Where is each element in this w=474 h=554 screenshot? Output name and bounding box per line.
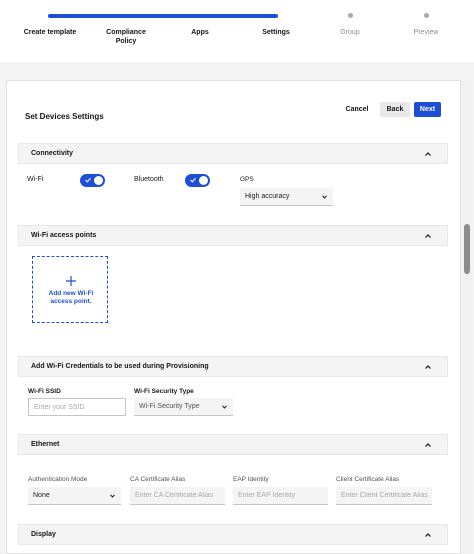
step-label-compliance-policy: Compliance Policy bbox=[106, 29, 146, 45]
progress-stepper: Create template Compliance Policy Apps S… bbox=[0, 0, 474, 62]
authentication-mode-value: None bbox=[33, 492, 50, 499]
checkmark-icon bbox=[85, 177, 91, 183]
step-progress-bar bbox=[48, 14, 278, 18]
step-apps[interactable]: Apps bbox=[180, 0, 220, 62]
wifi-ssid-input[interactable] bbox=[28, 398, 126, 416]
chevron-down-icon bbox=[222, 405, 227, 409]
wifi-toggle[interactable] bbox=[80, 174, 105, 187]
step-dot-preview bbox=[424, 13, 429, 18]
client-certificate-alias-input[interactable] bbox=[336, 487, 432, 505]
client-certificate-alias-label: Client Certificate Alias bbox=[336, 476, 400, 483]
step-group[interactable]: Group bbox=[330, 0, 370, 62]
toggle-knob bbox=[199, 176, 208, 185]
step-compliance-policy[interactable]: Compliance Policy bbox=[96, 0, 156, 62]
wifi-security-type-select[interactable]: Wi-Fi Security Type bbox=[134, 398, 233, 416]
step-label-group: Group bbox=[340, 29, 360, 36]
step-create-template[interactable]: Create template bbox=[18, 0, 82, 62]
section-label-ethernet: Ethernet bbox=[31, 441, 60, 448]
add-wifi-access-point-label: Add new Wi-Fi access point. bbox=[48, 290, 94, 305]
add-wifi-access-point-tile[interactable]: Add new Wi-Fi access point. bbox=[32, 256, 108, 323]
authentication-mode-label: Authentication Mode bbox=[28, 476, 88, 483]
chevron-up-icon[interactable] bbox=[425, 151, 431, 157]
plus-icon bbox=[66, 276, 76, 286]
step-preview[interactable]: Preview bbox=[405, 0, 447, 62]
next-button[interactable]: Next bbox=[414, 102, 441, 117]
ca-certificate-alias-label: CA Certificate Alias bbox=[130, 476, 186, 483]
chevron-up-icon[interactable] bbox=[425, 532, 431, 538]
section-display[interactable]: Display bbox=[18, 524, 448, 545]
step-settings[interactable]: Settings bbox=[254, 0, 298, 62]
gps-label: GPS bbox=[240, 176, 254, 183]
chevron-down-icon bbox=[322, 195, 327, 199]
section-wifi-credentials[interactable]: Add Wi-Fi Credentials to be used during … bbox=[18, 356, 448, 377]
chevron-up-icon[interactable] bbox=[425, 364, 431, 370]
section-label-wifi-credentials: Add Wi-Fi Credentials to be used during … bbox=[31, 363, 209, 370]
scrollbar-thumb[interactable] bbox=[464, 224, 470, 274]
step-label-settings: Settings bbox=[262, 29, 290, 36]
section-label-display: Display bbox=[31, 531, 56, 538]
wifi-security-type-value: Wi-Fi Security Type bbox=[139, 403, 200, 410]
eap-identity-label: EAP Identity bbox=[233, 476, 269, 483]
section-connectivity[interactable]: Connectivity bbox=[18, 143, 448, 164]
section-ethernet[interactable]: Ethernet bbox=[18, 434, 448, 455]
cancel-button[interactable]: Cancel bbox=[340, 102, 374, 117]
page-title: Set Devices Settings bbox=[25, 112, 104, 121]
wifi-security-type-label: Wi-Fi Security Type bbox=[134, 388, 194, 395]
toggle-knob bbox=[94, 176, 103, 185]
wifi-label: Wi-Fi bbox=[27, 176, 44, 183]
wifi-ssid-label: Wi-Fi SSID bbox=[28, 388, 61, 395]
section-label-connectivity: Connectivity bbox=[31, 150, 74, 157]
checkmark-icon bbox=[190, 177, 196, 183]
step-label-apps: Apps bbox=[191, 29, 209, 36]
section-label-wifi-access-points: Wi-Fi access points bbox=[31, 232, 97, 239]
step-label-create-template: Create template bbox=[23, 29, 77, 36]
chevron-up-icon[interactable] bbox=[425, 233, 431, 239]
eap-identity-input[interactable] bbox=[233, 487, 328, 505]
step-dot-group bbox=[348, 13, 353, 18]
scrollbar-track[interactable] bbox=[463, 80, 471, 554]
ca-certificate-alias-input[interactable] bbox=[130, 487, 225, 505]
bluetooth-label: Bluetooth bbox=[134, 176, 164, 183]
bluetooth-toggle[interactable] bbox=[185, 174, 210, 187]
back-button[interactable]: Back bbox=[380, 102, 410, 117]
chevron-up-icon[interactable] bbox=[425, 442, 431, 448]
gps-select-value: High accuracy bbox=[245, 193, 290, 200]
authentication-mode-select[interactable]: None bbox=[28, 487, 121, 505]
chevron-down-icon bbox=[110, 494, 115, 498]
step-label-preview: Preview bbox=[413, 29, 439, 36]
section-wifi-access-points[interactable]: Wi-Fi access points bbox=[18, 225, 448, 246]
gps-select[interactable]: High accuracy bbox=[240, 188, 333, 206]
